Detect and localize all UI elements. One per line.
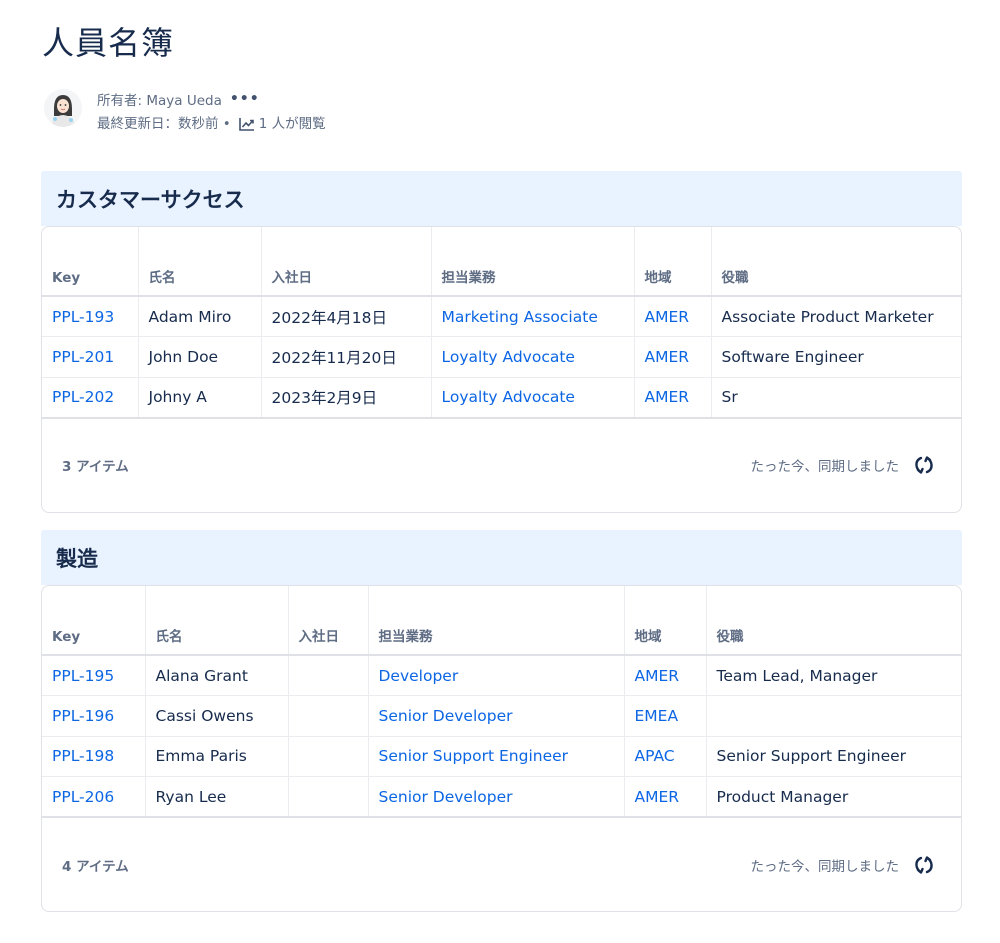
duty-link[interactable]: Loyalty Advocate xyxy=(431,377,635,419)
region-link[interactable]: APAC xyxy=(624,736,707,777)
duty-link[interactable]: Loyalty Advocate xyxy=(431,336,635,378)
table-row: PPL-196 Cassi Owens Senior Developer EME… xyxy=(42,695,961,737)
cell-start-date xyxy=(288,695,369,737)
table-header-row: Key 氏名 入社日 担当業務 地域 役職 xyxy=(42,586,961,656)
section-header: 製造 xyxy=(41,530,962,585)
duty-link[interactable]: Senior Support Engineer xyxy=(368,736,625,777)
cell-position xyxy=(706,695,961,737)
column-header-duty[interactable]: 担当業務 xyxy=(431,227,635,297)
cell-position: Associate Product Marketer xyxy=(711,296,961,337)
table-row: PPL-201 John Doe 2022年11月20日 Loyalty Adv… xyxy=(42,336,961,378)
sync-status: たった今、同期しました xyxy=(751,454,936,476)
issue-key-link[interactable]: PPL-202 xyxy=(42,377,139,419)
column-header-key[interactable]: Key xyxy=(42,586,146,656)
cell-start-date xyxy=(288,776,369,818)
issue-key-link[interactable]: PPL-198 xyxy=(42,736,146,777)
cell-position: Senior Support Engineer xyxy=(706,736,961,777)
issue-key-link[interactable]: PPL-193 xyxy=(42,296,139,337)
owner-line: 所有者: Maya Ueda ••• xyxy=(97,89,260,109)
column-header-region[interactable]: 地域 xyxy=(624,586,707,656)
column-header-name[interactable]: 氏名 xyxy=(138,227,262,297)
cell-start-date: 2022年11月20日 xyxy=(261,336,432,378)
cell-name: Emma Paris xyxy=(145,736,289,777)
column-header-position[interactable]: 役職 xyxy=(711,227,961,297)
section-title: カスタマーサクセス xyxy=(56,187,245,212)
cell-name: Adam Miro xyxy=(138,296,262,337)
column-header-region[interactable]: 地域 xyxy=(634,227,712,297)
issue-key-link[interactable]: PPL-196 xyxy=(42,695,146,737)
byline: 所有者: Maya Ueda ••• 最終更新日：数秒前 • 1 人が閲覧 xyxy=(44,86,444,134)
sync-text: たった今、同期しました xyxy=(750,858,900,875)
table-row: PPL-195 Alana Grant Developer AMER Team … xyxy=(42,655,961,696)
duty-link[interactable]: Developer xyxy=(368,655,625,696)
people-table-container: Key 氏名 入社日 担当業務 地域 役職 PPL-193 Adam Miro … xyxy=(41,226,962,513)
table-row: PPL-193 Adam Miro 2022年4月18日 Marketing A… xyxy=(42,296,961,337)
duty-link[interactable]: Senior Developer xyxy=(368,695,625,737)
more-icon[interactable]: ••• xyxy=(230,91,260,107)
section-customer-success: カスタマーサクセス Key 氏名 入社日 担当業務 地域 役職 PPL-193 … xyxy=(41,171,962,513)
region-link[interactable]: AMER xyxy=(634,377,712,419)
table-footer: 4 アイテム たった今、同期しました xyxy=(42,818,961,911)
page-title: 人員名簿 xyxy=(42,24,175,62)
meta-line: 最終更新日：数秒前 • 1 人が閲覧 xyxy=(97,112,326,135)
table-row: PPL-198 Emma Paris Senior Support Engine… xyxy=(42,736,961,777)
section-title: 製造 xyxy=(56,546,98,571)
cell-position: Sr xyxy=(711,377,961,419)
avatar[interactable] xyxy=(44,89,82,127)
refresh-icon[interactable] xyxy=(913,854,935,876)
cell-position: Team Lead, Manager xyxy=(706,655,961,696)
item-count: 3 アイテム xyxy=(62,459,129,475)
table-row: PPL-206 Ryan Lee Senior Developer AMER P… xyxy=(42,776,961,818)
column-header-key[interactable]: Key xyxy=(42,227,139,297)
duty-link[interactable]: Senior Developer xyxy=(368,776,625,818)
region-link[interactable]: AMER xyxy=(624,776,707,818)
view-count[interactable]: 1 人が閲覧 xyxy=(259,116,326,132)
column-header-position[interactable]: 役職 xyxy=(706,586,961,656)
cell-start-date xyxy=(288,736,369,777)
column-header-start-date[interactable]: 入社日 xyxy=(288,586,369,656)
owner-label: 所有者: Maya Ueda xyxy=(97,93,222,109)
cell-name: Alana Grant xyxy=(145,655,289,696)
region-link[interactable]: EMEA xyxy=(624,695,707,737)
section-header: カスタマーサクセス xyxy=(41,171,962,226)
last-updated: 最終更新日：数秒前 • xyxy=(97,116,231,132)
cell-name: Cassi Owens xyxy=(145,695,289,737)
column-header-name[interactable]: 氏名 xyxy=(145,586,289,656)
issue-key-link[interactable]: PPL-201 xyxy=(42,336,139,378)
people-table-container: Key 氏名 入社日 担当業務 地域 役職 PPL-195 Alana Gran… xyxy=(41,585,962,912)
sync-text: たった今、同期しました xyxy=(750,459,900,475)
avatar-icon xyxy=(44,89,82,127)
cell-name: Ryan Lee xyxy=(145,776,289,818)
cell-position: Product Manager xyxy=(706,776,961,818)
cell-name: John Doe xyxy=(138,336,262,378)
cell-name: Johny A xyxy=(138,377,262,419)
table-header-row: Key 氏名 入社日 担当業務 地域 役職 xyxy=(42,227,961,297)
column-header-start-date[interactable]: 入社日 xyxy=(261,227,432,297)
cell-position: Software Engineer xyxy=(711,336,961,378)
table-row: PPL-202 Johny A 2023年2月9日 Loyalty Advoca… xyxy=(42,377,961,419)
issue-key-link[interactable]: PPL-195 xyxy=(42,655,146,696)
duty-link[interactable]: Marketing Associate xyxy=(431,296,635,337)
cell-start-date: 2022年4月18日 xyxy=(261,296,432,337)
table-footer: 3 アイテム たった今、同期しました xyxy=(42,419,961,512)
refresh-icon[interactable] xyxy=(913,454,935,476)
people-table: Key 氏名 入社日 担当業務 地域 役職 PPL-195 Alana Gran… xyxy=(42,586,961,818)
region-link[interactable]: AMER xyxy=(634,336,712,378)
sync-status: たった今、同期しました xyxy=(751,854,936,876)
people-table: Key 氏名 入社日 担当業務 地域 役職 PPL-193 Adam Miro … xyxy=(42,227,961,419)
item-count: 4 アイテム xyxy=(62,858,129,875)
issue-key-link[interactable]: PPL-206 xyxy=(42,776,146,818)
column-header-duty[interactable]: 担当業務 xyxy=(368,586,625,656)
section-manufacturing: 製造 Key 氏名 入社日 担当業務 地域 役職 PPL-195 Alana G… xyxy=(41,530,962,912)
cell-start-date xyxy=(288,655,369,696)
analytics-icon[interactable] xyxy=(238,117,255,135)
region-link[interactable]: AMER xyxy=(634,296,712,337)
region-link[interactable]: AMER xyxy=(624,655,707,696)
cell-start-date: 2023年2月9日 xyxy=(261,377,432,419)
